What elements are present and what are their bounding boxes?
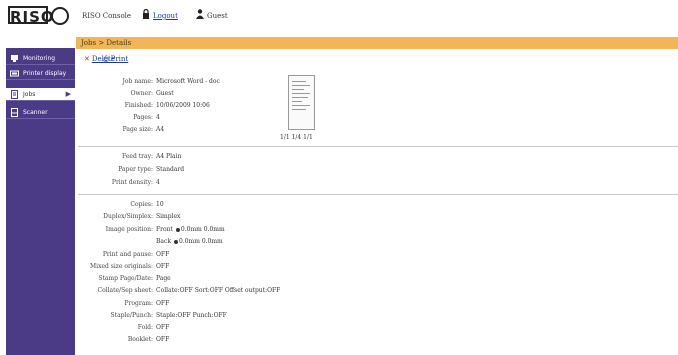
collate-row: Collate/Sep sheet: Collate:OFF Sort:OFF O… <box>98 287 281 295</box>
mixed-size-value: OFF <box>156 263 170 270</box>
paper-type-label: Paper type: <box>118 166 153 173</box>
copies-label: Copies: <box>130 201 153 208</box>
paper-type-row: Paper type: Standard <box>118 166 185 174</box>
front-label: Front <box>156 226 173 233</box>
job-name-value: Microsoft Word - doc <box>156 78 220 85</box>
sidebar-item-monitoring[interactable]: Monitoring <box>6 52 75 65</box>
duplex-value: Simplex <box>156 213 181 220</box>
pages-label: Pages: <box>133 114 153 121</box>
preview-thumbnail[interactable] <box>288 75 315 130</box>
staple-label: Staple/Punch: <box>110 312 153 319</box>
sidebar-item-label: Printer display <box>23 70 67 77</box>
preview-page-nav[interactable]: 1/1 1/4 1/1 <box>280 134 313 141</box>
section-divider <box>78 146 678 147</box>
booklet-value: OFF <box>156 336 170 343</box>
finished-row: Finished: 10/06/2009 10:06 <box>125 102 210 110</box>
stamp-row: Stamp Page/Date: Page <box>98 275 171 283</box>
fold-row: Fold: OFF <box>138 324 170 332</box>
collate-label: Collate/Sep sheet: <box>97 287 154 294</box>
duplex-label: Duplex/Simplex: <box>103 213 153 220</box>
finished-label: Finished: <box>124 102 153 109</box>
page-size-value: A4 <box>156 126 165 133</box>
program-row: Program: OFF <box>124 300 170 308</box>
owner-label: Owner: <box>130 90 153 97</box>
sidebar-item-label: Jobs <box>23 91 36 98</box>
stamp-label: Stamp Page/Date: <box>98 275 153 282</box>
user-name: Guest <box>207 12 228 20</box>
section-divider <box>78 194 678 195</box>
booklet-row: Booklet: OFF <box>128 336 170 344</box>
sidebar-item-label: Monitoring <box>23 55 56 62</box>
radio-dot-icon <box>173 239 178 244</box>
radio-dot-icon <box>175 227 180 232</box>
back-label: Back <box>156 238 171 245</box>
console-title: RISO Console <box>82 12 132 20</box>
print-button[interactable]: ⎙ Print <box>103 55 128 64</box>
finished-value: 10/06/2009 10:06 <box>156 102 210 109</box>
sidebar-item-jobs[interactable]: Jobs ▶ <box>6 88 75 101</box>
page-title: Jobs > Details <box>76 37 678 49</box>
pages-row: Pages: 4 <box>133 114 160 122</box>
page-preview: 1/1 1/4 1/1 <box>280 75 350 145</box>
close-icon: ✕ <box>84 55 90 63</box>
jobs-icon <box>11 90 18 99</box>
page-size-label: Page size: <box>122 126 153 133</box>
feed-tray-row: Feed tray: A4 Plain <box>122 153 182 161</box>
feed-tray-label: Feed tray: <box>122 153 153 160</box>
program-value: OFF <box>156 300 170 307</box>
monitor-icon <box>11 55 18 62</box>
booklet-label: Booklet: <box>127 336 153 343</box>
pages-value: 4 <box>156 114 160 121</box>
mixed-size-row: Mixed size originals: OFF <box>90 263 170 271</box>
owner-value: Guest <box>156 90 174 97</box>
stamp-value: Page <box>156 275 171 282</box>
sidebar-item-printer-display[interactable]: Printer display <box>6 67 75 80</box>
print-pause-row: Print and pause: OFF <box>103 251 170 259</box>
page-size-row: Page size: A4 <box>123 126 165 134</box>
owner-row: Owner: Guest <box>131 90 174 98</box>
staple-row: Staple/Punch: Staple:OFF Punch:OFF <box>111 312 227 320</box>
riso-logo: RISO <box>8 6 69 26</box>
paper-type-value: Standard <box>156 166 185 173</box>
user-icon <box>196 9 204 19</box>
staple-value: Staple:OFF Punch:OFF <box>156 312 227 319</box>
print-density-row: Print density: 4 <box>112 179 160 187</box>
print-pause-label: Print and pause: <box>102 251 153 258</box>
top-header: RISO RISO Console Logout Guest <box>0 0 678 32</box>
job-name-label: Job name: <box>122 78 153 85</box>
program-label: Program: <box>124 300 153 307</box>
lock-icon <box>143 9 149 19</box>
mixed-size-label: Mixed size originals: <box>90 263 153 270</box>
copies-row: Copies: 10 <box>130 201 164 209</box>
logout-link[interactable]: Logout <box>153 12 178 20</box>
back-value: 0.0mm 0.0mm <box>178 238 223 245</box>
sidebar-item-scanner[interactable]: Scanner <box>6 106 75 119</box>
job-name-row: Job name: Microsoft Word - doc <box>123 78 220 86</box>
chevron-right-icon: ▶ <box>65 90 71 98</box>
image-position-label: Image position: <box>105 226 153 233</box>
sidebar: Monitoring Printer display Jobs ▶ Scanne… <box>6 48 75 355</box>
print-density-value: 4 <box>156 179 160 186</box>
feed-tray-value: A4 Plain <box>156 153 182 160</box>
front-value: 0.0mm 0.0mm <box>180 226 225 233</box>
fold-value: OFF <box>156 324 170 331</box>
duplex-row: Duplex/Simplex: Simplex <box>103 213 181 221</box>
printer-icon: ⎙ <box>103 55 109 63</box>
image-position-back-row: Back 0.0mm 0.0mm <box>156 238 223 246</box>
fold-label: Fold: <box>137 324 153 331</box>
collate-value: Collate:OFF Sort:OFF Offset output:OFF <box>156 287 281 294</box>
sidebar-item-label: Scanner <box>23 109 48 116</box>
print-pause-value: OFF <box>156 251 170 258</box>
scanner-icon <box>11 108 18 117</box>
display-icon <box>10 70 19 77</box>
print-density-label: Print density: <box>111 179 153 186</box>
image-position-row: Image position: Front 0.0mm 0.0mm <box>106 226 225 234</box>
copies-value: 10 <box>156 201 164 208</box>
print-label: Print <box>110 55 129 63</box>
